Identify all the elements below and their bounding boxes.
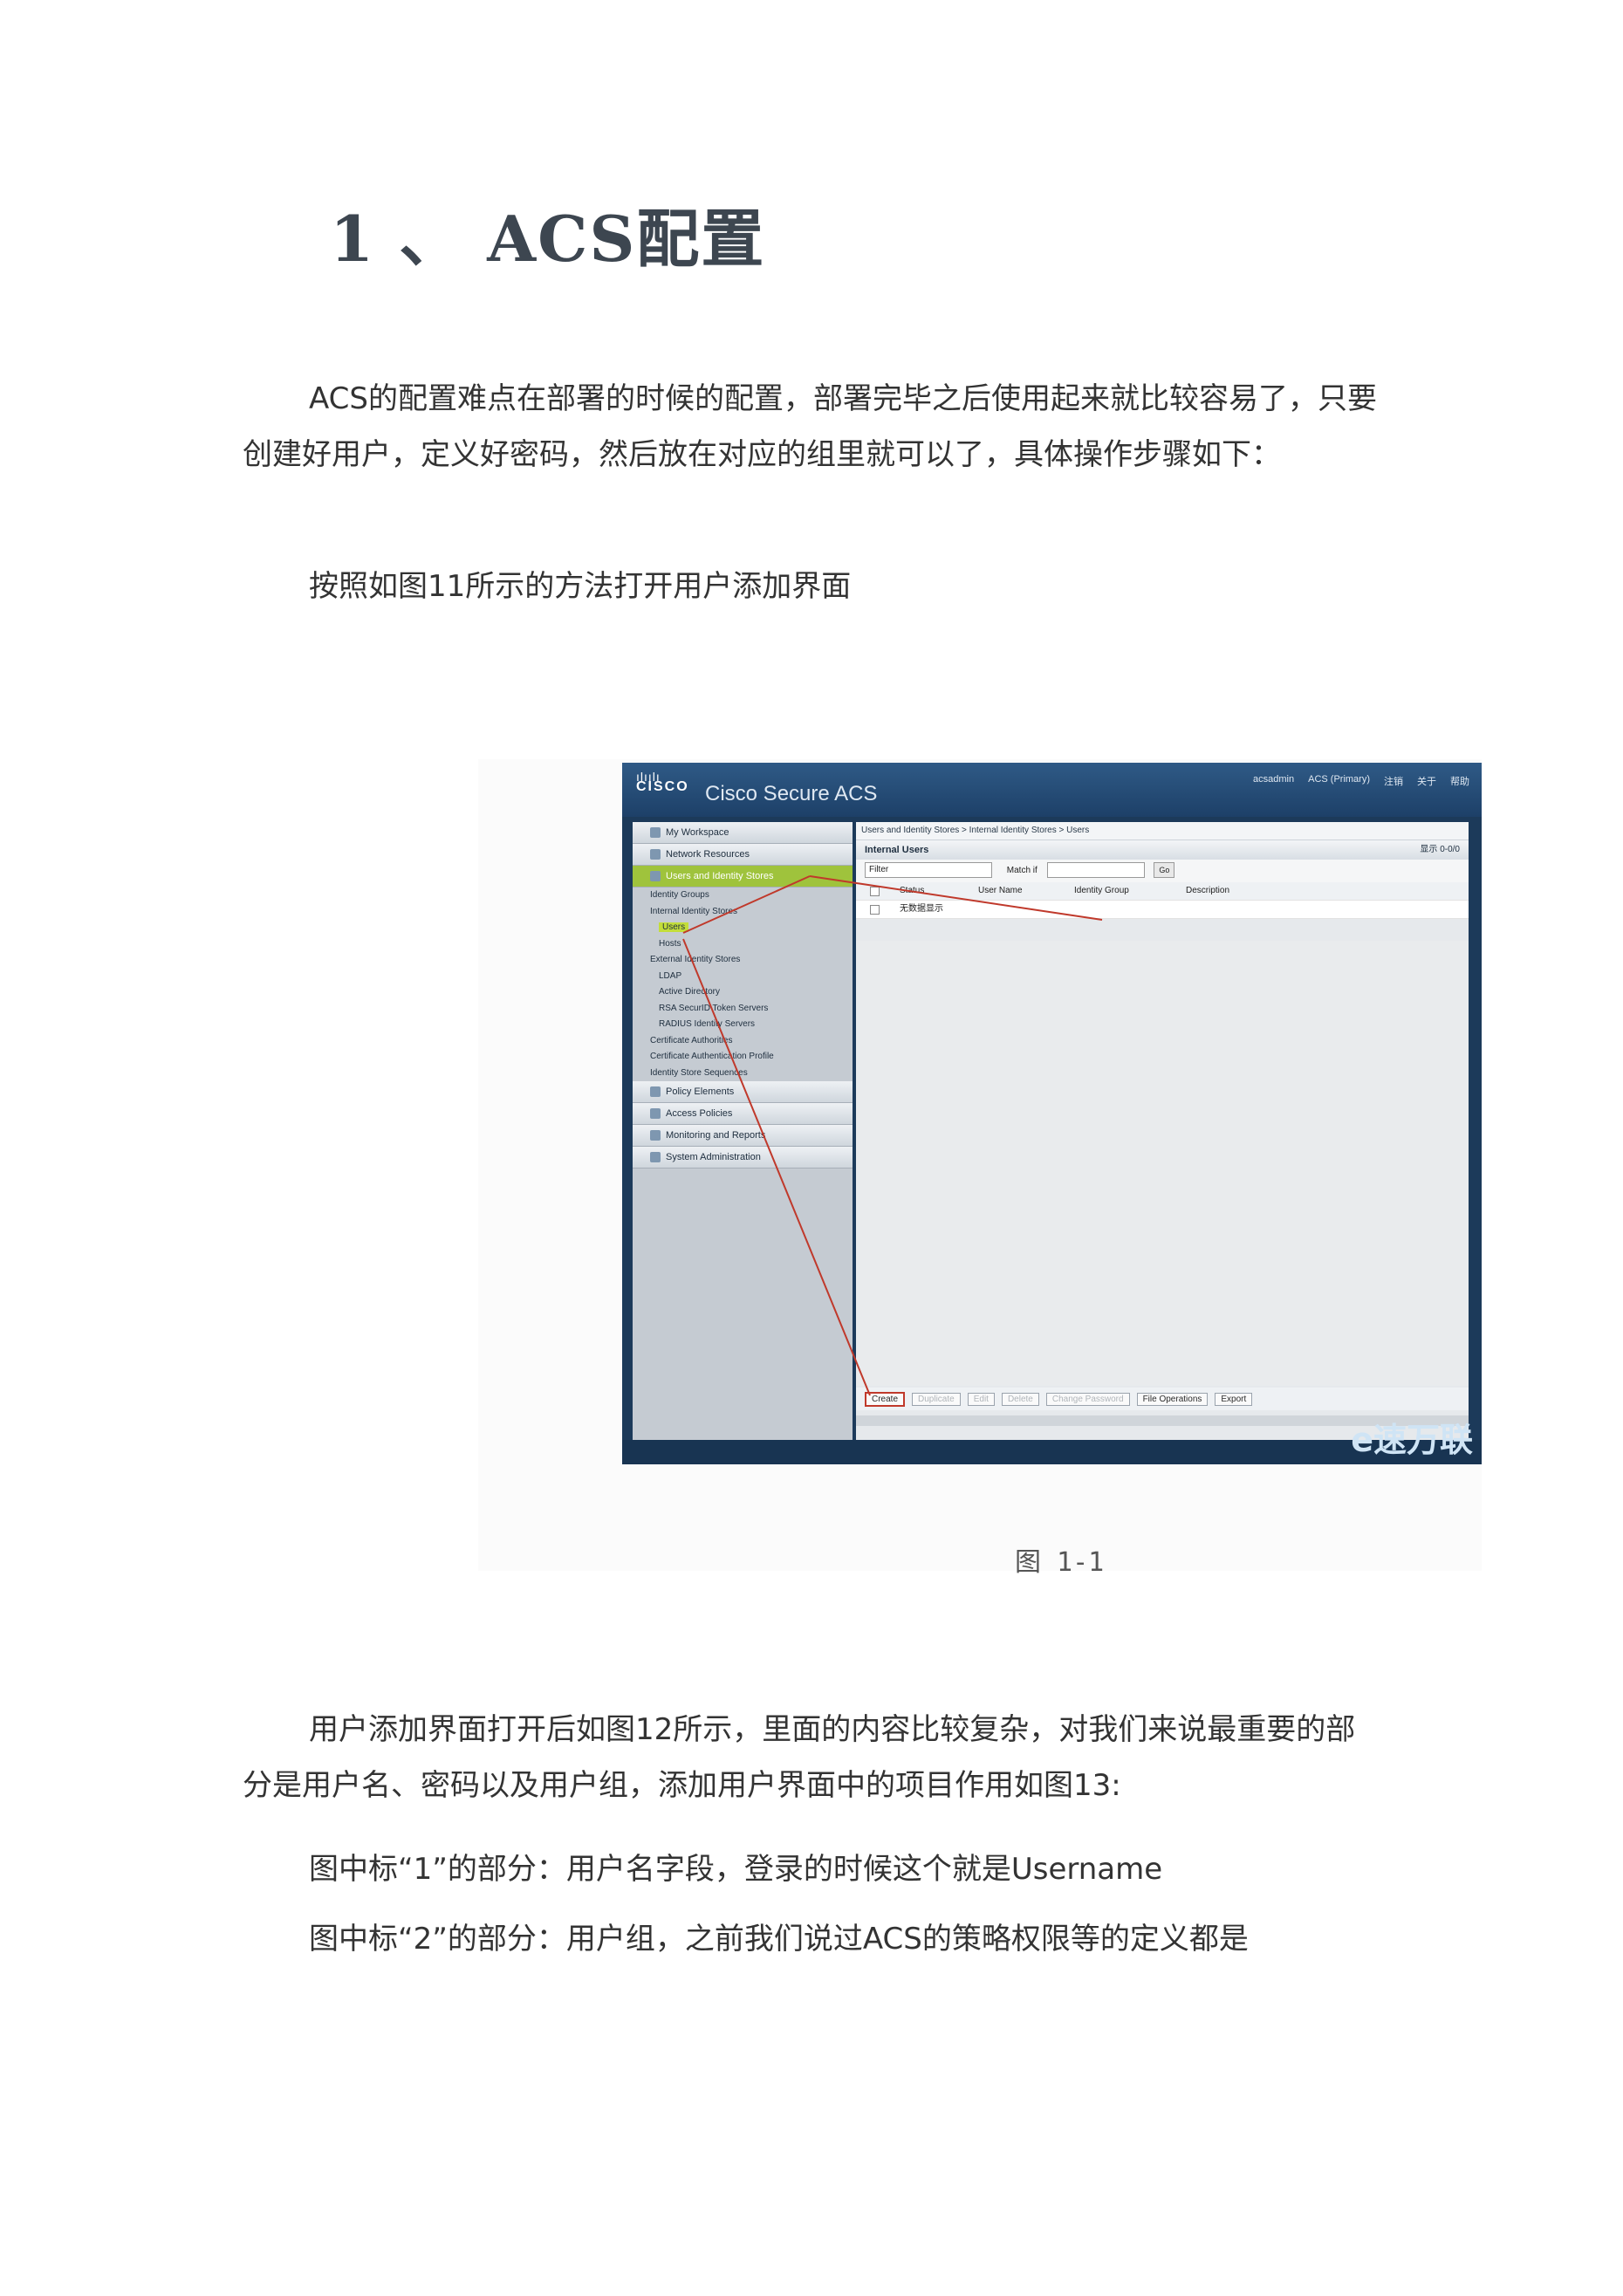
paragraph-item-1-text: 图中标“1”的部分：用户名字段，登录的时候这个就是Username xyxy=(309,1852,1163,1887)
paragraph-user-page: 用户添加界面打开后如图12所示，里面的内容比较复杂，对我们来说最重要的部分是用户… xyxy=(243,1702,1377,1813)
arrow-line-3 xyxy=(682,875,811,934)
watermark-logo: e速万联 xyxy=(1351,1413,1473,1461)
paragraph-open-users: 按照如图11所示的方法打开用户添加界面 xyxy=(243,559,1377,614)
figure-caption: 图 1-1 xyxy=(1015,1547,1105,1578)
section-heading: 1 、 ACS配置 xyxy=(330,202,766,276)
watermark-text: e速万联 xyxy=(1351,1421,1473,1459)
paragraph-item-1: 图中标“1”的部分：用户名字段，登录的时候这个就是Username xyxy=(243,1841,1377,1897)
acs-screenshot: ılıılı CISCO Cisco Secure ACS acsadmin A… xyxy=(622,763,1482,1464)
paragraph-user-page-text: 用户添加界面打开后如图12所示，里面的内容比较复杂，对我们来说最重要的部分是用户… xyxy=(243,1712,1356,1803)
paragraph-item-2: 图中标“2”的部分：用户组，之前我们说过ACS的策略权限等的定义都是 xyxy=(243,1911,1377,1967)
arrow-line-2 xyxy=(682,938,871,1396)
annotation-arrows xyxy=(682,875,1103,1396)
paragraph-intro: ACS的配置难点在部署的时候的配置，部署完毕之后使用起来就比较容易了，只要创建好… xyxy=(243,371,1377,483)
paragraph-intro-text: ACS的配置难点在部署的时候的配置，部署完毕之后使用起来就比较容易了，只要创建好… xyxy=(243,381,1377,472)
paragraph-open-users-text: 按照如图11所示的方法打开用户添加界面 xyxy=(309,569,852,604)
arrow-line-1 xyxy=(809,875,1103,921)
paragraph-item-2-text: 图中标“2”的部分：用户组，之前我们说过ACS的策略权限等的定义都是 xyxy=(309,1922,1249,1957)
